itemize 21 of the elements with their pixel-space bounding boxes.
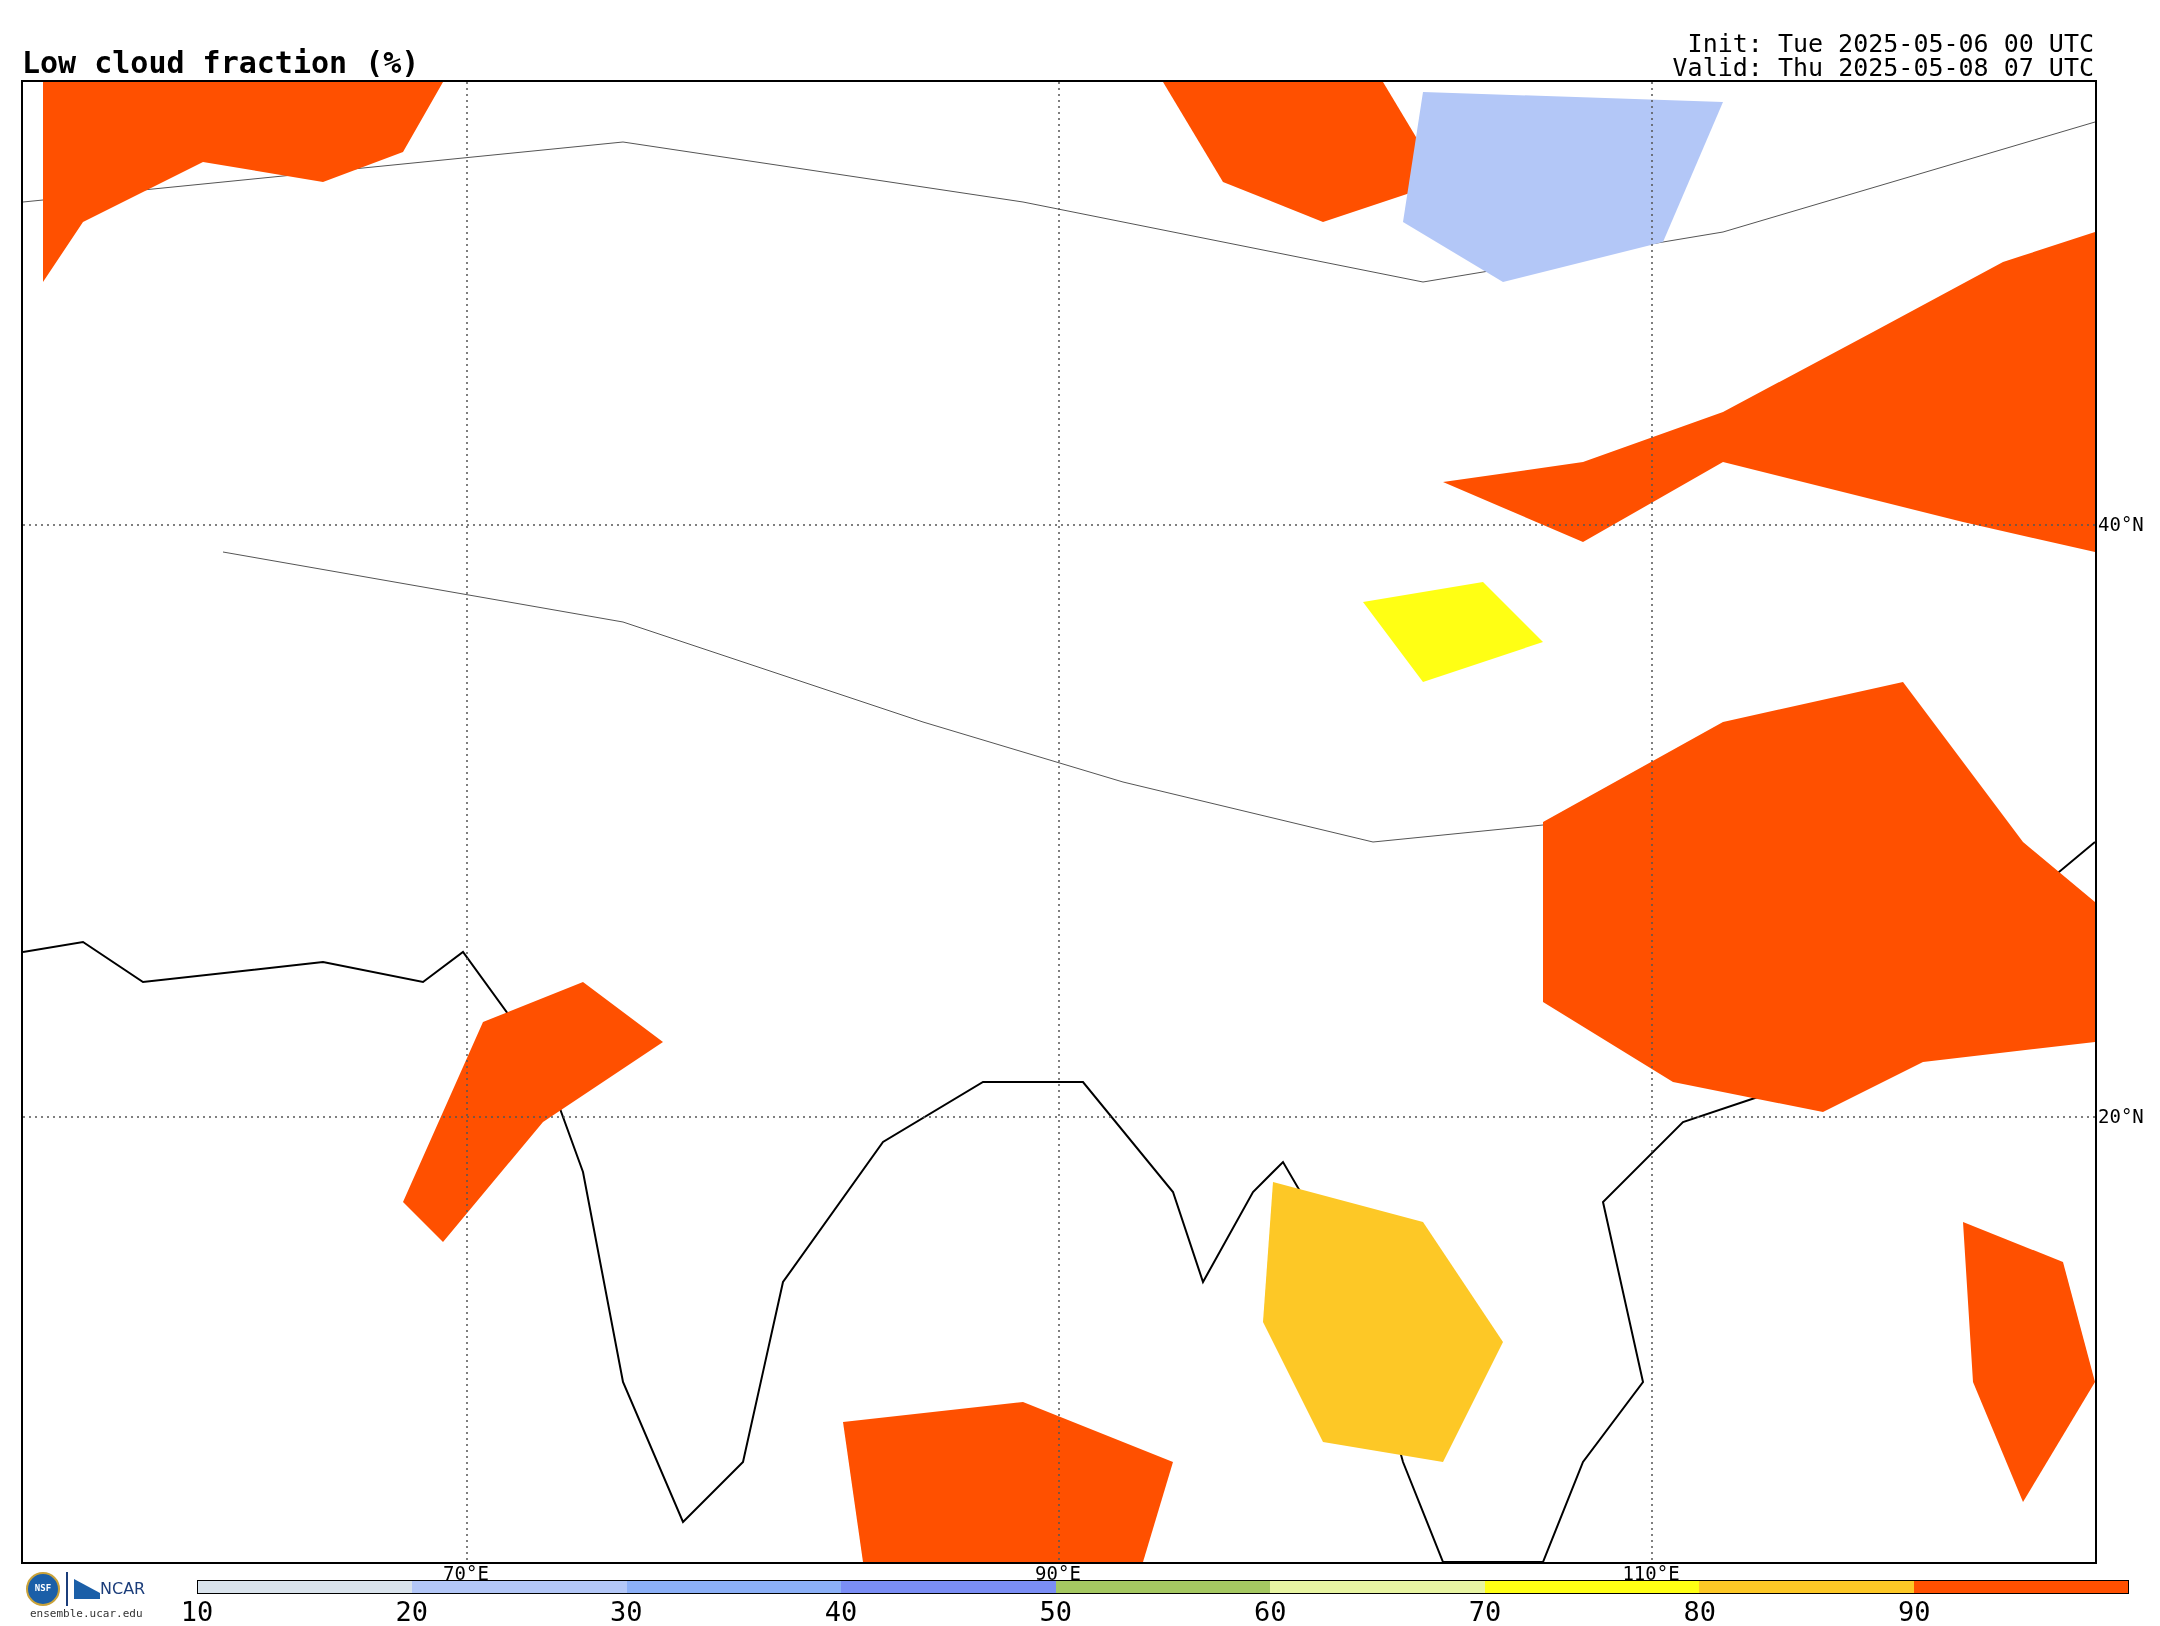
colorbar-tick-label: 30 — [610, 1598, 643, 1625]
nsf-logo: NSF — [26, 1572, 60, 1606]
colorbar-tick-label: 70 — [1468, 1598, 1502, 1625]
colorbar-tick-label: 50 — [1039, 1598, 1072, 1625]
valid-time: Valid: Thu 2025-05-08 07 UTC — [1672, 56, 2094, 80]
colorbar-tick-label: 10 — [180, 1598, 214, 1625]
website-url: ensemble.ucar.edu — [30, 1606, 143, 1622]
init-time: Init: Tue 2025-05-06 00 UTC — [1687, 32, 2094, 56]
ncar-logo-icon — [74, 1579, 100, 1599]
colorbar-tick-label: 40 — [824, 1598, 858, 1625]
latitude-label: 40°N — [2098, 515, 2144, 534]
colorbar-tick-label: 20 — [395, 1598, 428, 1625]
colorbar-tick-label: 60 — [1254, 1598, 1287, 1625]
latitude-label: 20°N — [2098, 1107, 2144, 1126]
longitude-label: 90°E — [1035, 1564, 1081, 1583]
colorbar-tick-label: 90 — [1898, 1598, 1931, 1625]
ncar-logo-text: NCAR — [100, 1578, 146, 1600]
longitude-label: 110°E — [1622, 1564, 1680, 1583]
colorbar-tick-label: 80 — [1683, 1598, 1716, 1625]
longitude-label: 70°E — [443, 1564, 489, 1583]
chart-title: Low cloud fraction (%) — [22, 48, 420, 80]
